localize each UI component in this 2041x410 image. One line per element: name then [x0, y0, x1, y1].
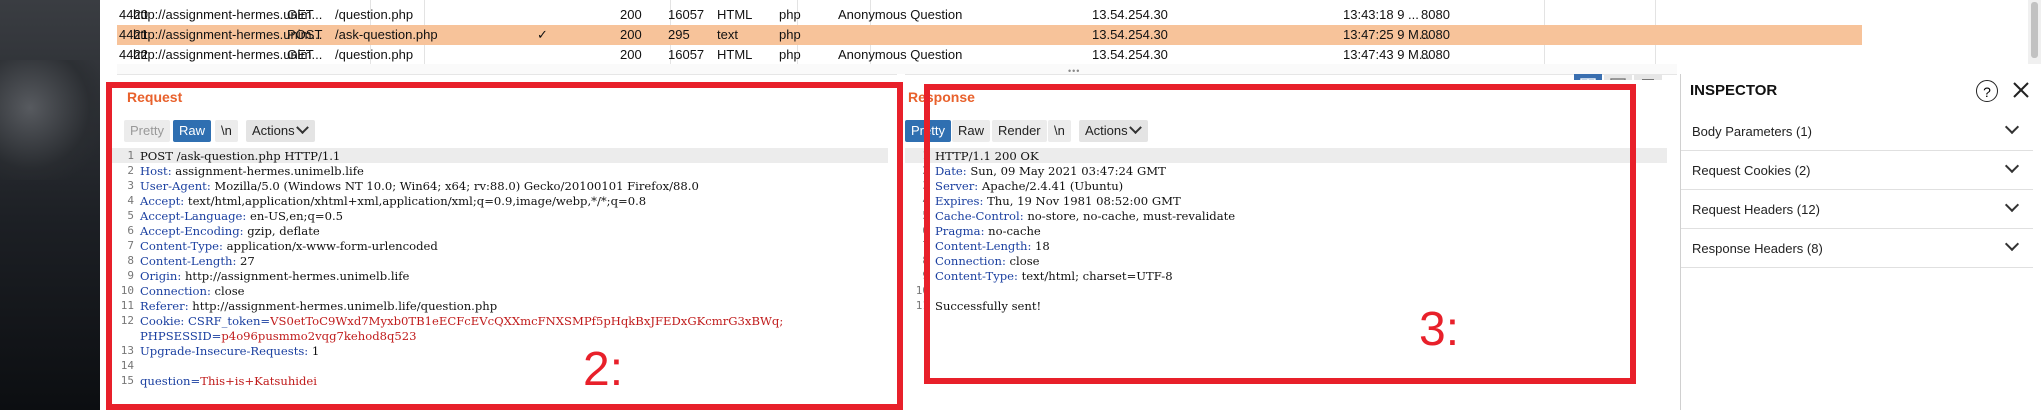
cell-time: 13:47:43 9 M... — [1343, 47, 1430, 62]
cell-length: 16057 — [668, 47, 705, 62]
inspector-section[interactable]: Request Cookies (2) — [1681, 151, 2033, 190]
table-row[interactable]: 4422 http://assignment-hermes.unim... GET /… — [117, 45, 1862, 65]
inspector-section-label: Request Cookies (2) — [1692, 163, 1811, 178]
cell-title: Anonymous Question — [838, 47, 963, 62]
cell-status: 200 — [620, 27, 642, 42]
chevron-down-icon — [2004, 236, 2020, 252]
cell-method: GET — [287, 7, 314, 22]
close-icon[interactable] — [2011, 80, 2031, 100]
cell-title: Anonymous Question — [838, 7, 963, 22]
desktop-background — [0, 0, 100, 410]
cell-status: 200 — [620, 47, 642, 62]
splitter-grip-icon[interactable]: ••• — [1068, 66, 1080, 76]
chevron-down-icon — [2004, 158, 2020, 174]
annotation-box-request — [106, 82, 903, 410]
cell-status: 200 — [620, 7, 642, 22]
inspector-title: INSPECTOR — [1690, 82, 1778, 99]
inspector-section-label: Body Parameters (1) — [1692, 124, 1812, 139]
inspector-section[interactable]: Response Headers (8) — [1681, 229, 2033, 268]
cell-mime: text — [717, 27, 738, 42]
cell-url: /ask-question.php — [335, 27, 438, 42]
cell-url: /question.php — [335, 47, 414, 62]
inspector-section[interactable]: Body Parameters (1) — [1681, 112, 2033, 151]
cell-ip: 13.54.254.30 — [1092, 27, 1168, 42]
chevron-down-icon — [2004, 197, 2020, 213]
inspector-section[interactable]: Request Headers (12) — [1681, 190, 2033, 229]
annotation-label-2: 2: — [583, 343, 624, 396]
inspector-section-label: Request Headers (12) — [1692, 202, 1820, 217]
annotation-box-response — [924, 84, 1636, 384]
cell-method: POST — [287, 27, 323, 42]
cell-length: 16057 — [668, 7, 705, 22]
annotation-label-3: 3: — [1419, 303, 1460, 356]
cell-time: 13:43:18 9 ... — [1343, 7, 1419, 22]
table-row[interactable]: 4421 http://assignment-hermes.unim... POST… — [117, 25, 1862, 45]
background-mountain — [0, 60, 100, 180]
cell-check: ✓ — [537, 27, 548, 42]
cell-mime: HTML — [717, 7, 753, 22]
cell-port: 8080 — [1421, 7, 1450, 22]
chevron-down-icon — [2004, 119, 2020, 135]
help-icon[interactable]: ? — [1976, 80, 1998, 102]
cell-method: GET — [287, 47, 314, 62]
inspector-panel: INSPECTOR ? Body Parameters (1) Request C… — [1680, 74, 2041, 410]
cell-url: /question.php — [335, 7, 414, 22]
cell-ip: 13.54.254.30 — [1092, 47, 1168, 62]
cell-ip: 13.54.254.30 — [1092, 7, 1168, 22]
cell-port: 8080 — [1421, 27, 1450, 42]
cell-time: 13:47:25 9 M... — [1343, 27, 1430, 42]
inspector-section-label: Response Headers (8) — [1692, 241, 1823, 256]
cell-ext: php — [779, 47, 801, 62]
cell-length: 295 — [668, 27, 690, 42]
history-scrollbar[interactable] — [2028, 0, 2041, 64]
cell-mime: HTML — [717, 47, 753, 62]
http-history-table: 4420 http://assignment-hermes.unim... GET /… — [117, 0, 1862, 64]
cell-port: 8080 — [1421, 47, 1450, 62]
table-row[interactable]: 4420 http://assignment-hermes.unim... GET /… — [117, 5, 1862, 25]
cell-ext: php — [779, 27, 801, 42]
scrollbar-thumb[interactable] — [2031, 2, 2038, 58]
cell-ext: php — [779, 7, 801, 22]
